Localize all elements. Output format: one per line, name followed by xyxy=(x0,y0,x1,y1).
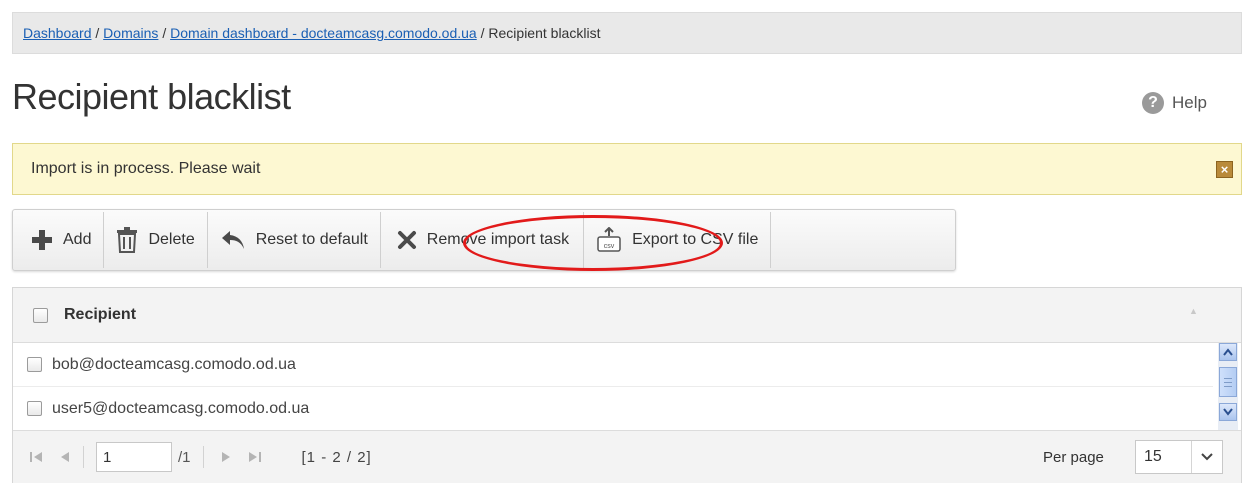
pager-divider xyxy=(83,446,84,468)
page-number-input[interactable] xyxy=(96,442,172,472)
scroll-up-icon[interactable] xyxy=(1219,343,1237,361)
csv-export-icon: csv xyxy=(596,227,622,253)
question-icon: ? xyxy=(1142,92,1164,114)
breadcrumb-separator: / xyxy=(95,25,100,41)
remove-import-label: Remove import task xyxy=(426,231,570,248)
per-page-value: 15 xyxy=(1144,448,1162,465)
row-checkbox[interactable] xyxy=(27,357,42,372)
next-page-icon[interactable] xyxy=(220,450,232,464)
help-label: Help xyxy=(1172,93,1207,112)
breadcrumb-separator: / xyxy=(162,25,167,41)
table-header: Recipient ▲ xyxy=(13,288,1241,343)
last-page-icon[interactable] xyxy=(246,450,262,464)
close-x-icon xyxy=(397,230,417,250)
recipient-email: bob@docteamcasg.comodo.od.ua xyxy=(52,355,296,373)
close-icon[interactable]: × xyxy=(1216,161,1233,178)
remove-import-task-button[interactable]: Remove import task xyxy=(381,212,585,268)
toolbar: Add Delete Reset to default Remove impor… xyxy=(12,209,956,271)
delete-label: Delete xyxy=(148,231,195,248)
trash-icon xyxy=(116,227,138,253)
per-page-select[interactable]: 15 xyxy=(1135,440,1223,474)
table-row[interactable]: bob@docteamcasg.comodo.od.ua xyxy=(13,343,1213,387)
first-page-icon[interactable] xyxy=(29,450,45,464)
scroll-thumb[interactable] xyxy=(1219,367,1237,397)
page-title: Recipient blacklist xyxy=(12,76,291,117)
add-label: Add xyxy=(63,231,92,248)
scroll-down-icon[interactable] xyxy=(1219,403,1237,421)
delete-button[interactable]: Delete xyxy=(104,212,208,268)
export-csv-button[interactable]: csv Export to CSV file xyxy=(584,212,772,268)
help-button[interactable]: ? Help xyxy=(1142,92,1207,114)
row-checkbox[interactable] xyxy=(27,401,42,416)
breadcrumb-domains-link[interactable]: Domains xyxy=(103,25,158,41)
reset-label: Reset to default xyxy=(255,231,368,248)
recipient-column-header[interactable]: Recipient xyxy=(64,306,136,324)
add-button[interactable]: Add xyxy=(13,212,105,268)
page-total: /1 xyxy=(178,448,191,466)
recipient-table: Recipient ▲ bob@docteamcasg.comodo.od.ua… xyxy=(12,287,1242,483)
chevron-down-icon[interactable] xyxy=(1191,441,1222,473)
select-all-checkbox[interactable] xyxy=(33,307,48,323)
pagination-bar: /1 [1 - 2 / 2] Per page 15 xyxy=(13,430,1241,483)
sort-arrow-icon[interactable]: ▲ xyxy=(1189,306,1198,316)
pager-divider xyxy=(202,446,204,468)
recipient-email: user5@docteamcasg.comodo.od.ua xyxy=(52,399,310,417)
breadcrumb-dashboard-link[interactable]: Dashboard xyxy=(23,25,92,41)
notice-text: Import is in process. Please wait xyxy=(31,160,261,177)
previous-page-icon[interactable] xyxy=(59,450,71,464)
breadcrumb-current: Recipient blacklist xyxy=(488,25,601,41)
import-notice: Import is in process. Please wait × xyxy=(12,143,1242,195)
table-row[interactable]: user5@docteamcasg.comodo.od.ua xyxy=(13,387,1213,431)
breadcrumb: Dashboard / Domains / Domain dashboard -… xyxy=(12,12,1242,54)
per-page-label: Per page xyxy=(1043,449,1104,466)
breadcrumb-separator: / xyxy=(480,25,485,41)
export-csv-label: Export to CSV file xyxy=(632,231,759,248)
record-range: [1 - 2 / 2] xyxy=(301,448,372,466)
undo-icon xyxy=(220,229,246,251)
csv-badge-text: csv xyxy=(604,243,615,250)
reset-to-default-button[interactable]: Reset to default xyxy=(208,212,381,268)
breadcrumb-domain-dashboard-link[interactable]: Domain dashboard - docteamcasg.comodo.od… xyxy=(170,25,477,41)
vertical-scrollbar[interactable] xyxy=(1218,343,1238,430)
plus-icon xyxy=(31,229,53,251)
